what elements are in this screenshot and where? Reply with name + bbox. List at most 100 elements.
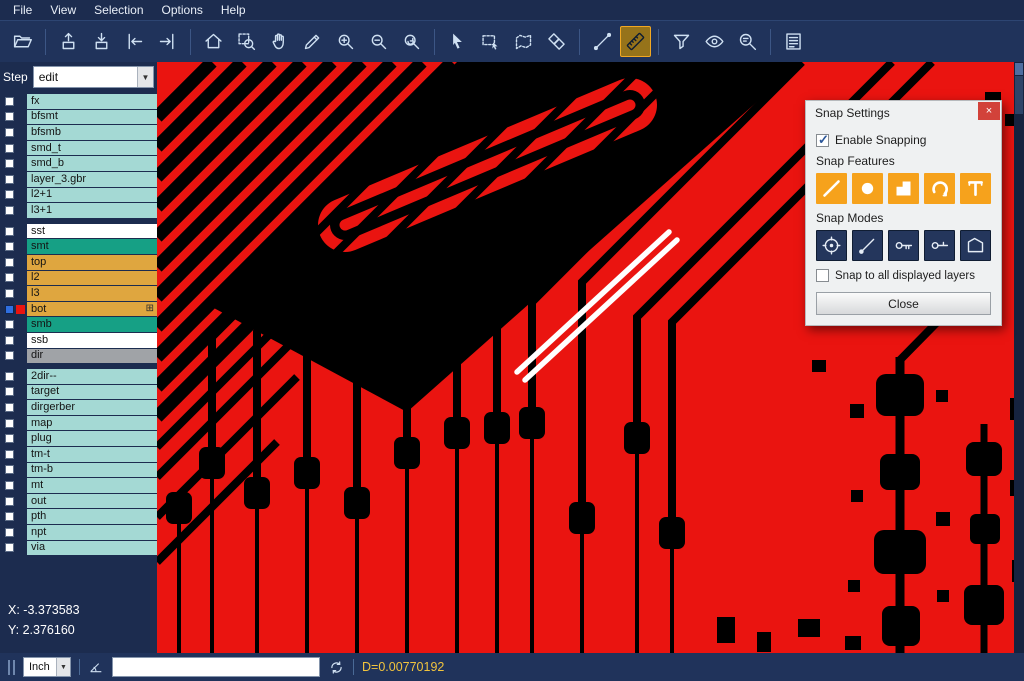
layer-name-map[interactable]: map	[27, 416, 157, 431]
layer-visibility-cell[interactable]	[0, 125, 27, 140]
snap-all-layers-checkbox[interactable]	[816, 269, 829, 282]
layer-row-plug[interactable]: plug	[0, 431, 157, 446]
insert-left-button[interactable]	[119, 26, 150, 57]
layer-row-smb[interactable]: smb	[0, 317, 157, 332]
refresh-icon[interactable]	[328, 659, 345, 676]
layer-name-bfsmb[interactable]: bfsmb	[27, 125, 157, 140]
layer-name-mt[interactable]: mt	[27, 478, 157, 493]
layer-visibility-cell[interactable]	[0, 400, 27, 415]
scroll-up-button[interactable]	[1015, 63, 1023, 75]
layer-row-layer_3.gbr[interactable]: layer_3.gbr	[0, 172, 157, 187]
enable-snapping-row[interactable]: Enable Snapping	[816, 133, 991, 147]
snap-feature-line-button[interactable]	[816, 173, 847, 204]
open-folder-button[interactable]	[7, 26, 38, 57]
measure-ruler-button[interactable]	[620, 26, 651, 57]
chevron-down-icon[interactable]: ▼	[56, 658, 70, 676]
layer-visibility-cell[interactable]	[0, 224, 27, 239]
layer-name-smb[interactable]: smb	[27, 317, 157, 332]
menu-item-help[interactable]: Help	[212, 2, 255, 18]
scrollbar-thumb[interactable]	[1015, 76, 1023, 114]
insert-right-button[interactable]	[152, 26, 183, 57]
snap-mode-measure-x-button[interactable]	[888, 230, 919, 261]
layer-row-npt[interactable]: npt	[0, 525, 157, 540]
layer-checkbox[interactable]	[5, 351, 14, 360]
layer-visibility-cell[interactable]	[0, 188, 27, 203]
layer-name-l2[interactable]: l2	[27, 271, 157, 286]
zoom-reset-button[interactable]	[396, 26, 427, 57]
layer-checkbox[interactable]	[5, 512, 14, 521]
snap-feature-surface-button[interactable]	[888, 173, 919, 204]
layer-checkbox[interactable]	[5, 434, 14, 443]
vertical-scrollbar[interactable]	[1014, 62, 1024, 653]
dialog-titlebar[interactable]: Snap Settings ×	[806, 101, 1001, 125]
layer-name-smd_t[interactable]: smd_t	[27, 141, 157, 156]
layer-row-l3+1[interactable]: l3+1	[0, 203, 157, 218]
layer-name-dir[interactable]: dir	[27, 349, 157, 364]
find-net-button[interactable]	[732, 26, 763, 57]
layer-name-top[interactable]: top	[27, 255, 157, 270]
report-button[interactable]	[778, 26, 809, 57]
layer-checkbox[interactable]	[5, 419, 14, 428]
layer-name-target[interactable]: target	[27, 385, 157, 400]
layer-visibility-cell[interactable]	[0, 509, 27, 524]
layer-row-bfsmt[interactable]: bfsmt	[0, 110, 157, 125]
layer-visibility-cell[interactable]	[0, 141, 27, 156]
layer-visibility-cell[interactable]	[0, 478, 27, 493]
layer-name-2dir--[interactable]: 2dir--	[27, 369, 157, 384]
layer-visibility-cell[interactable]	[0, 317, 27, 332]
layer-visibility-cell[interactable]	[0, 369, 27, 384]
layer-name-via[interactable]: via	[27, 541, 157, 556]
layer-visibility-cell[interactable]	[0, 255, 27, 270]
layer-checkbox-active[interactable]	[5, 305, 14, 314]
layer-row-l2+1[interactable]: l2+1	[0, 188, 157, 203]
layer-checkbox[interactable]	[5, 97, 14, 106]
layer-checkbox[interactable]	[5, 320, 14, 329]
layer-row-l2[interactable]: l2	[0, 271, 157, 286]
layer-checkbox[interactable]	[5, 159, 14, 168]
layer-checkbox[interactable]	[5, 258, 14, 267]
layer-visibility-cell[interactable]	[0, 525, 27, 540]
layer-visibility-cell[interactable]	[0, 94, 27, 109]
layer-row-dir[interactable]: dir	[0, 349, 157, 364]
snap-mode-measure-y-button[interactable]	[924, 230, 955, 261]
draw-shape-button[interactable]	[297, 26, 328, 57]
layer-row-tm-b[interactable]: tm-b	[0, 463, 157, 478]
layer-name-l3+1[interactable]: l3+1	[27, 203, 157, 218]
layer-checkbox[interactable]	[5, 336, 14, 345]
layer-name-layer_3.gbr[interactable]: layer_3.gbr	[27, 172, 157, 187]
layer-checkbox[interactable]	[5, 481, 14, 490]
layer-row-out[interactable]: out	[0, 494, 157, 509]
layer-row-bot[interactable]: bot⊞	[0, 302, 157, 317]
cursor-button[interactable]	[442, 26, 473, 57]
layer-name-l2+1[interactable]: l2+1	[27, 188, 157, 203]
layer-row-tm-t[interactable]: tm-t	[0, 447, 157, 462]
layer-row-via[interactable]: via	[0, 541, 157, 556]
layer-row-l3[interactable]: l3	[0, 286, 157, 301]
layer-visibility-cell[interactable]	[0, 172, 27, 187]
layer-checkbox[interactable]	[5, 372, 14, 381]
layer-checkbox[interactable]	[5, 112, 14, 121]
units-dropdown[interactable]: Inch ▼	[23, 657, 71, 677]
layer-name-npt[interactable]: npt	[27, 525, 157, 540]
layer-name-tm-t[interactable]: tm-t	[27, 447, 157, 462]
layer-name-bfsmt[interactable]: bfsmt	[27, 110, 157, 125]
snap-feature-pad-button[interactable]	[852, 173, 883, 204]
layer-row-bfsmb[interactable]: bfsmb	[0, 125, 157, 140]
layer-checkbox[interactable]	[5, 273, 14, 282]
menu-item-view[interactable]: View	[41, 2, 85, 18]
select-region-button[interactable]	[508, 26, 539, 57]
layer-row-smt[interactable]: smt	[0, 239, 157, 254]
layer-visibility-cell[interactable]	[0, 203, 27, 218]
layer-name-tm-b[interactable]: tm-b	[27, 463, 157, 478]
layer-name-fx[interactable]: fx	[27, 94, 157, 109]
load-bottom-button[interactable]	[86, 26, 117, 57]
snap-mode-point-button[interactable]	[852, 230, 883, 261]
enable-snapping-checkbox[interactable]	[816, 134, 829, 147]
dialog-close-icon[interactable]: ×	[978, 102, 1000, 120]
layer-row-fx[interactable]: fx	[0, 94, 157, 109]
layer-row-sst[interactable]: sst	[0, 224, 157, 239]
layer-checkbox[interactable]	[5, 175, 14, 184]
layer-row-2dir--[interactable]: 2dir--	[0, 369, 157, 384]
layer-row-ssb[interactable]: ssb	[0, 333, 157, 348]
layer-checkbox[interactable]	[5, 289, 14, 298]
